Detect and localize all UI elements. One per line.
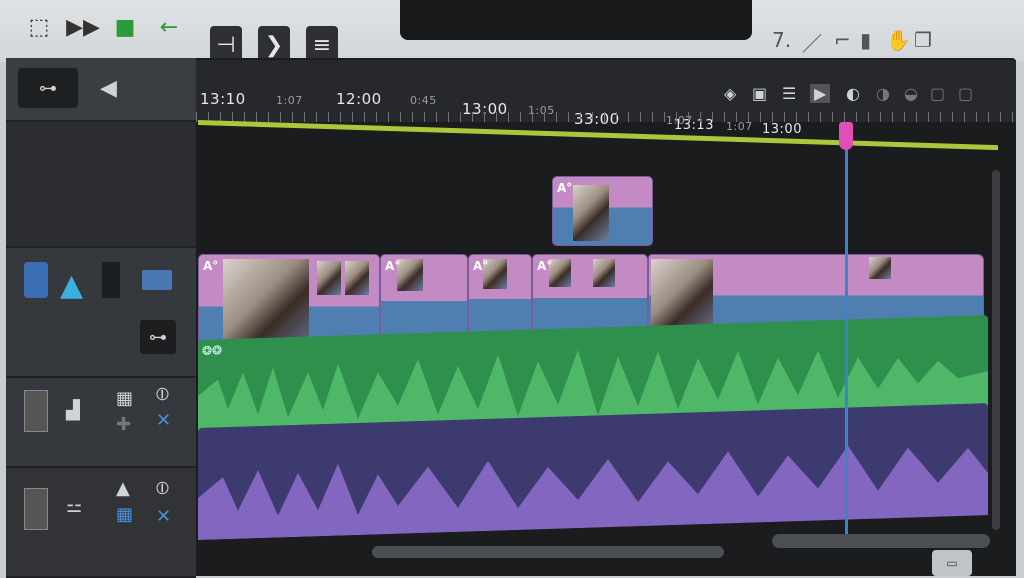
clip-thumbnail [345,261,369,295]
scissors-icon[interactable]: ▮ [860,28,871,52]
volume-icon[interactable]: ▟ [66,400,80,421]
triangle-icon[interactable]: ▲ [60,268,83,303]
ruler-ticks [196,112,1016,122]
overlay-track-header [6,122,196,248]
lock-icon[interactable] [102,262,120,298]
vertical-scrollbar[interactable] [992,170,1000,530]
audio-track-2-header: ⚍ ▲ ▦ ⦶ ✕ [6,468,196,578]
fx3-icon[interactable]: ▢ [930,84,945,103]
play-icon[interactable]: ▶ [810,84,831,103]
mute-icon[interactable]: ▦ [116,388,133,409]
tool-label: 7. [772,28,792,52]
hand-icon[interactable]: ✋ [886,28,911,52]
clip-thumbnail [397,259,423,291]
speaker-icon[interactable]: ▲ [116,478,130,499]
fx4-icon[interactable]: ▢ [958,84,973,103]
list-icon[interactable]: ☰ [782,84,796,103]
audio-label: ❂❂ [202,343,223,358]
ruler-label: 13:00 [762,122,802,137]
clip-label: A° [557,181,573,195]
overlay-clip[interactable]: A° [552,176,653,246]
back-arrow-icon[interactable]: ← [152,8,186,46]
video-track-header: ▲ ⊶ [6,248,196,378]
clip-thumbnail [593,259,615,287]
pencil-icon[interactable]: ／ [802,28,822,57]
add-icon[interactable]: ✚ [116,414,131,435]
collapse-arrow-icon[interactable]: ◀ [100,76,117,101]
clip-label: A° [537,259,553,273]
grid-icon[interactable]: ▦ [116,504,133,525]
copy-icon[interactable]: ❐ [914,28,932,52]
remove-track-2-icon[interactable]: ✕ [156,506,171,527]
audio-track-2-icon[interactable] [24,488,48,530]
remove-track-1-icon[interactable]: ✕ [156,410,171,431]
clip-label: A° [473,259,489,273]
track-headers: ⊶ ◀ ▲ ⊶ ▟ ▦ ✚ ⦶ ✕ ⚍ ▲ ▦ ⦶ ✕ [6,58,196,578]
playhead-handle[interactable] [839,122,853,150]
record-icon[interactable]: ◐ [846,84,860,103]
link-icon[interactable]: ⊶ [140,320,176,354]
playhead-line[interactable] [845,122,848,546]
audio-mix-icon[interactable]: ⚍ [66,496,82,517]
horizontal-scrollbar[interactable] [372,546,724,558]
clip-label: A° [385,259,401,273]
clip-thumbnail [317,261,341,295]
audio-track-1-header: ▟ ▦ ✚ ⦶ ✕ [6,378,196,468]
panel-tab[interactable]: ▭ [932,550,972,576]
clip-thumbnail [549,259,571,287]
crop-icon[interactable]: ⬚ [22,8,56,46]
clip-thumbnail [869,257,891,279]
calendar-icon[interactable]: ▣ [752,84,767,103]
header-ruler-corner: ⊶ ◀ [6,58,196,122]
snap-icon[interactable]: ⊶ [18,68,78,108]
fx2-icon[interactable]: ◒ [904,84,918,103]
ruler-label: 12:00 [336,90,382,108]
bracket-icon[interactable]: ⌐ [834,28,851,52]
ruler-label: 1:07 [276,94,303,107]
preview-monitor [400,0,752,40]
clip-thumbnail [573,185,609,241]
video-track-icon[interactable] [24,262,48,298]
clip-icon[interactable]: ■ [108,8,142,46]
fx-icon[interactable]: ◑ [876,84,890,103]
marker-icon[interactable]: ◈ [724,84,736,103]
film-icon[interactable] [142,270,172,290]
sync-icon[interactable]: ⦶ [156,384,169,405]
skip-icon[interactable]: ▶▶ [66,8,100,46]
sync-2-icon[interactable]: ⦶ [156,478,169,499]
ruler-label: 0:45 [410,94,437,107]
horizontal-scrollbar-right[interactable] [772,534,990,548]
clip-label: A° [203,259,219,273]
audio-track-1-icon[interactable] [24,390,48,432]
ruler-label: 13:10 [200,90,246,108]
